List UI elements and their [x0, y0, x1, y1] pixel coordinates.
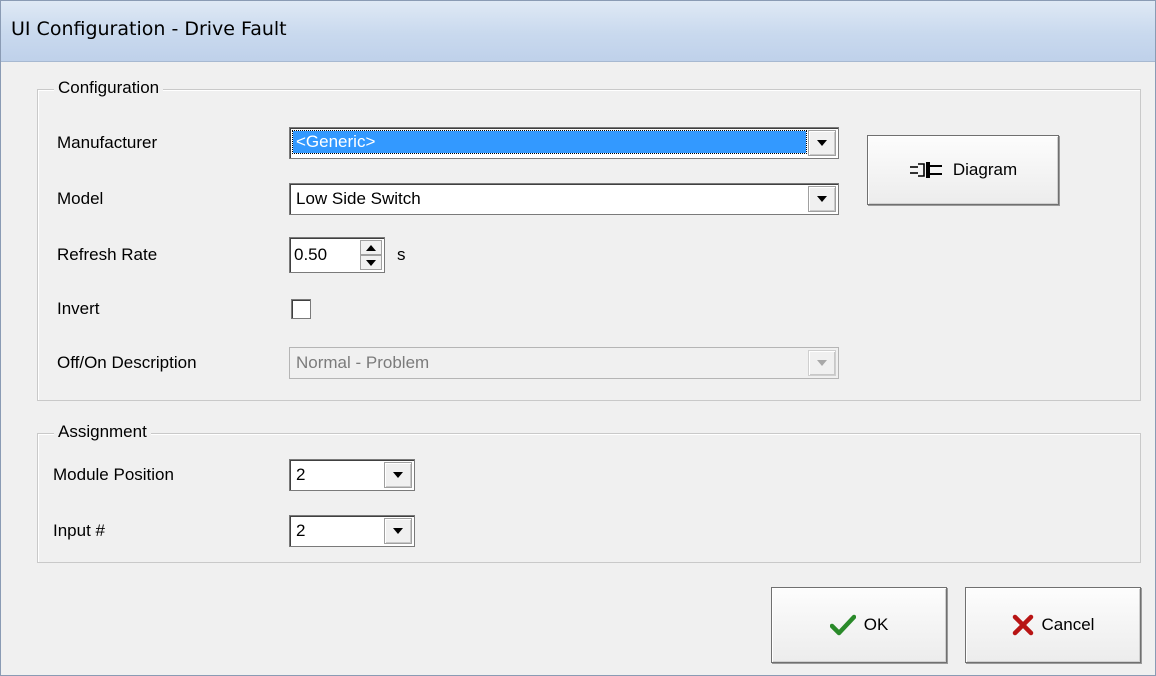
- arrow-up-icon: [366, 244, 376, 251]
- configuration-legend: Configuration: [54, 78, 164, 98]
- module-position-value: 2: [296, 465, 306, 484]
- manufacturer-combobox[interactable]: <Generic>: [289, 127, 839, 159]
- title-bar[interactable]: UI Configuration - Drive Fault: [1, 1, 1155, 62]
- model-label: Model: [57, 189, 104, 208]
- dialog-window: UI Configuration - Drive Fault Configura…: [0, 0, 1156, 676]
- invert-checkbox[interactable]: [291, 299, 311, 319]
- refresh-rate-spinner[interactable]: 0.50: [289, 237, 385, 273]
- plug-icon: [909, 160, 945, 180]
- chevron-down-icon: [393, 472, 403, 478]
- window-title: UI Configuration - Drive Fault: [11, 18, 287, 40]
- spin-down-button[interactable]: [360, 255, 382, 270]
- refresh-rate-label: Refresh Rate: [57, 245, 158, 264]
- chevron-down-icon: [817, 196, 827, 202]
- manufacturer-value: <Generic>: [292, 130, 807, 154]
- cancel-button[interactable]: Cancel: [965, 587, 1141, 663]
- chevron-down-icon: [817, 360, 827, 366]
- module-position-combobox[interactable]: 2: [289, 459, 415, 491]
- refresh-rate-unit: s: [397, 245, 406, 264]
- diagram-button[interactable]: Diagram: [867, 135, 1059, 205]
- ok-button[interactable]: OK: [771, 587, 947, 663]
- arrow-down-icon: [366, 259, 376, 266]
- model-dropdown-button[interactable]: [808, 186, 836, 212]
- checkmark-icon: [829, 614, 856, 636]
- input-number-combobox[interactable]: 2: [289, 515, 415, 547]
- assignment-legend: Assignment: [54, 422, 151, 442]
- x-icon: [1012, 614, 1034, 636]
- manufacturer-dropdown-button[interactable]: [808, 130, 836, 156]
- model-value: Low Side Switch: [296, 189, 421, 208]
- off-on-description-combobox: Normal - Problem: [289, 347, 839, 379]
- input-number-label: Input #: [53, 521, 105, 540]
- chevron-down-icon: [393, 528, 403, 534]
- module-position-dropdown-button[interactable]: [384, 462, 412, 488]
- input-number-dropdown-button[interactable]: [384, 518, 412, 544]
- assignment-group: Assignment: [37, 422, 1141, 563]
- manufacturer-label: Manufacturer: [57, 133, 158, 152]
- refresh-rate-value: 0.50: [294, 245, 328, 264]
- input-number-value: 2: [296, 521, 306, 540]
- module-position-label: Module Position: [53, 465, 174, 484]
- off-on-description-dropdown-button: [808, 350, 836, 376]
- diagram-button-label: Diagram: [952, 160, 1018, 179]
- invert-label: Invert: [57, 299, 100, 318]
- spin-up-button[interactable]: [360, 240, 382, 255]
- chevron-down-icon: [817, 140, 827, 146]
- ok-button-label: OK: [863, 615, 889, 634]
- cancel-button-label: Cancel: [1041, 615, 1095, 634]
- off-on-description-value: Normal - Problem: [296, 353, 430, 372]
- model-combobox[interactable]: Low Side Switch: [289, 183, 839, 215]
- off-on-description-label: Off/On Description: [57, 353, 197, 372]
